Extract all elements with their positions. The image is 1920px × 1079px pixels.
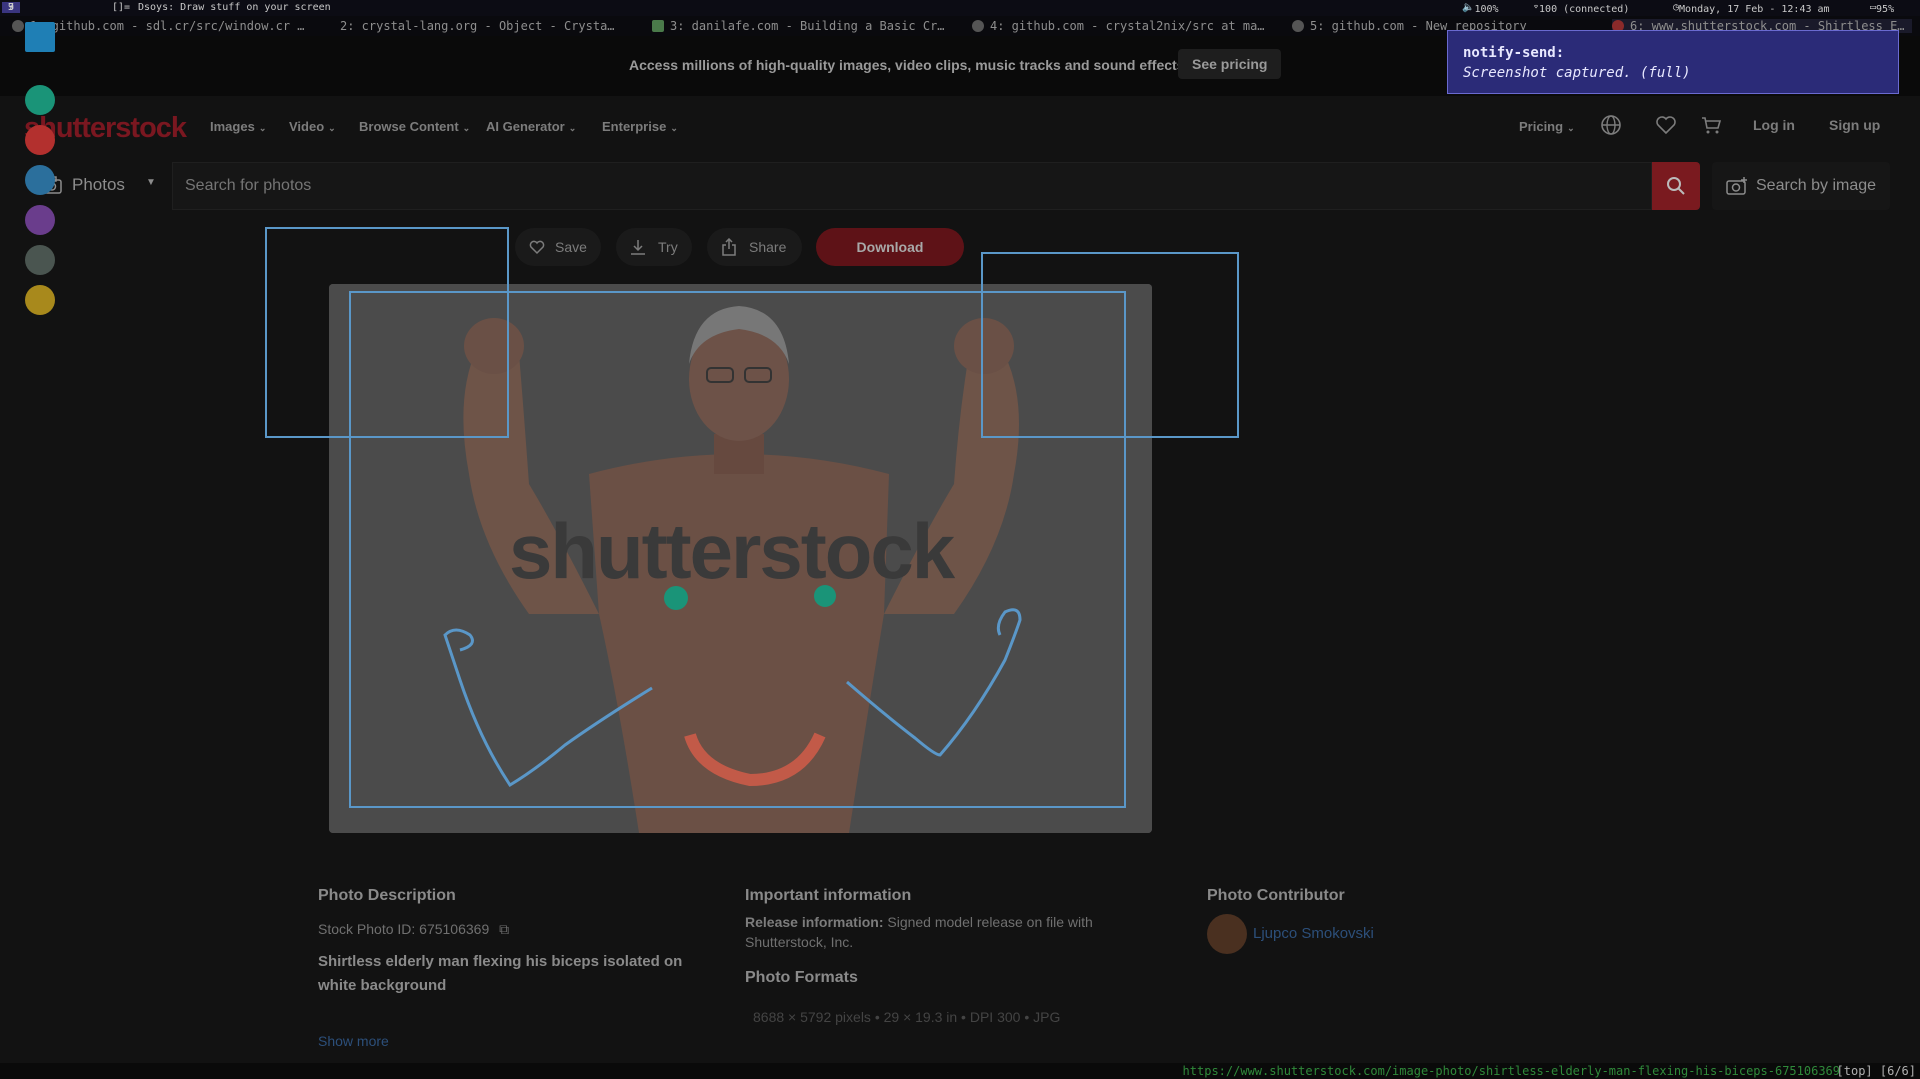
copy-icon[interactable]: ⧉ xyxy=(499,921,509,937)
drawn-green-dot xyxy=(814,585,836,607)
palette-swatch-blue[interactable] xyxy=(25,165,55,195)
notification-popup[interactable]: notify-send: Screenshot captured. (full) xyxy=(1447,30,1899,94)
drawn-green-dot xyxy=(664,586,688,610)
palette-swatch-red[interactable] xyxy=(25,125,55,155)
photo-formats-heading: Photo Formats xyxy=(745,969,858,986)
drawn-arm-stroke xyxy=(846,608,1022,757)
release-info: Release information: Signed model releas… xyxy=(745,912,1175,952)
drawn-rectangle xyxy=(265,227,509,438)
contributor-link[interactable]: Ljupco Smokovski xyxy=(1253,925,1374,942)
notification-title: notify-send: xyxy=(1463,45,1565,61)
palette-swatch-yellow[interactable] xyxy=(25,285,55,315)
drawn-rectangle xyxy=(349,291,1126,808)
contributor-avatar[interactable] xyxy=(1207,914,1247,954)
notification-body: Screenshot captured. (full) xyxy=(1463,65,1691,81)
photo-description-text: Shirtless elderly man flexing his biceps… xyxy=(318,953,683,994)
show-more-link[interactable]: Show more xyxy=(318,1033,389,1049)
photo-formats-text: 8688 × 5792 pixels • 29 × 19.3 in • DPI … xyxy=(753,1009,1061,1025)
photo-contributor-heading: Photo Contributor xyxy=(1207,887,1345,904)
stock-id-text: Stock Photo ID: 675106369 xyxy=(318,921,490,937)
status-url: https://www.shutterstock.com/image-photo… xyxy=(1182,1064,1840,1078)
photo-description-heading: Photo Description xyxy=(318,887,456,904)
status-position: [top] [6/6] xyxy=(1836,1064,1916,1078)
browser-statusline: https://www.shutterstock.com/image-photo… xyxy=(0,1063,1920,1079)
palette-swatch-purple[interactable] xyxy=(25,205,55,235)
palette-swatch-gray[interactable] xyxy=(25,245,55,275)
drawn-arm-stroke xyxy=(443,628,653,788)
important-info-heading: Important information xyxy=(745,887,912,904)
release-label: Release information: xyxy=(745,914,884,930)
palette-swatch-blue-square[interactable] xyxy=(25,22,55,52)
drawn-rectangle xyxy=(981,252,1239,438)
drawn-smile-stroke xyxy=(684,732,826,787)
stock-photo-id: Stock Photo ID: 675106369 ⧉ xyxy=(318,921,509,938)
palette-swatch-teal[interactable] xyxy=(25,85,55,115)
